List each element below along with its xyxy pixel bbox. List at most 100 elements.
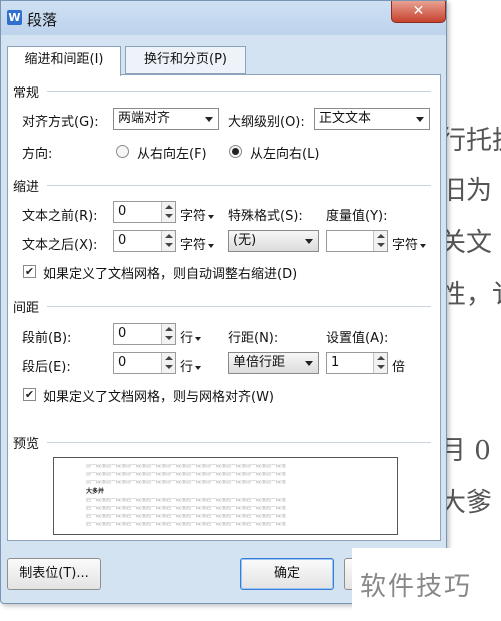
stepper-buttons[interactable] <box>161 202 175 222</box>
stepper-buttons[interactable] <box>373 353 387 373</box>
arrow-up-icon[interactable] <box>377 356 385 360</box>
caret-down-icon <box>195 336 202 341</box>
indent-after-stepper[interactable]: 0 <box>113 230 176 252</box>
snap-to-grid-checkbox[interactable]: ✔ <box>23 388 36 401</box>
direction-ltr-radio[interactable] <box>229 145 242 158</box>
special-format-value: (无) <box>233 233 257 248</box>
document-text-line: 旧为 <box>440 176 493 206</box>
indent-before-stepper[interactable]: 0 <box>113 201 176 223</box>
preview-line: 后一段落后一段落后一段落后一段落后一段落后一段落后一段落后一段落后一段落后一段落 <box>86 514 287 519</box>
caret-down-icon <box>208 243 215 248</box>
arrow-down-icon[interactable] <box>165 336 173 340</box>
line-spacing-label: 行距(N): <box>228 331 279 346</box>
preview-line: 后一段落后一段落后一段落后一段落后一段落后一段落后一段落后一段落后一段落后一段落 <box>86 522 287 527</box>
preview-line: 后一段落后一段落后一段落后一段落后一段落后一段落后一段落后一段落后一段落后一段落 <box>86 498 287 503</box>
section-divider <box>47 91 431 92</box>
space-before-unit[interactable]: 行 <box>180 327 202 346</box>
direction-rtl-radio[interactable] <box>116 145 129 158</box>
measure-label: 度量值(Y): <box>326 209 388 224</box>
caret-down-icon <box>195 365 202 370</box>
arrow-down-icon[interactable] <box>165 365 173 369</box>
section-divider <box>47 306 431 307</box>
arrow-down-icon[interactable] <box>165 214 173 218</box>
measure-stepper[interactable] <box>326 230 388 252</box>
space-after-unit[interactable]: 行 <box>180 356 202 375</box>
alignment-label: 对齐方式(G): <box>22 115 99 130</box>
preview-line: 前一段落前一段落前一段落前一段落前一段落前一段落前一段落前一段落前一段落前一段落 <box>86 480 287 485</box>
tab-indent-spacing[interactable]: 缩进和间距(I) <box>7 46 121 76</box>
line-spacing-value: 单倍行距 <box>233 355 286 370</box>
caret-down-icon <box>420 243 427 248</box>
arrow-up-icon[interactable] <box>377 234 385 238</box>
special-format-label: 特殊格式(S): <box>228 209 303 224</box>
preview-section-title: 预览 <box>13 437 40 452</box>
wps-writer-icon: W <box>7 10 22 25</box>
direction-rtl-label[interactable]: 从右向左(F) <box>137 143 207 162</box>
chevron-down-icon <box>205 117 213 122</box>
measure-unit-label: 字符 <box>392 238 419 253</box>
space-before-value: 0 <box>118 326 127 341</box>
auto-adjust-indent-label[interactable]: 如果定义了文档网格，则自动调整右缩进(D) <box>43 263 297 282</box>
arrow-down-icon[interactable] <box>377 243 385 247</box>
stepper-buttons[interactable] <box>373 231 387 251</box>
arrow-up-icon[interactable] <box>165 356 173 360</box>
indent-after-value: 0 <box>118 233 127 248</box>
indent-before-unit-label: 字符 <box>180 209 207 224</box>
set-value-unit: 倍 <box>392 360 406 375</box>
arrow-up-icon[interactable] <box>165 205 173 209</box>
section-divider <box>47 185 431 186</box>
set-value-label: 设置值(A): <box>326 331 389 346</box>
paragraph-dialog: W 段落 ✕ 缩进和间距(I) 换行和分页(P) 常规 对齐方式(G): 两端对… <box>0 0 447 604</box>
set-value-value: 1 <box>331 355 340 370</box>
document-text-line: 大爹 <box>440 488 493 518</box>
tab-stops-button[interactable]: 制表位(T)... <box>7 558 101 590</box>
space-after-unit-label: 行 <box>180 360 194 375</box>
space-after-value: 0 <box>118 355 127 370</box>
indent-after-unit-label: 字符 <box>180 238 207 253</box>
special-format-select[interactable]: (无) <box>228 230 319 252</box>
outline-level-select[interactable]: 正文文本 <box>314 108 430 130</box>
alignment-value: 两端对齐 <box>118 111 171 126</box>
arrow-down-icon[interactable] <box>165 243 173 247</box>
caret-down-icon <box>208 214 215 219</box>
close-button[interactable]: ✕ <box>391 1 446 23</box>
auto-adjust-indent-checkbox[interactable]: ✔ <box>23 265 36 278</box>
space-after-stepper[interactable]: 0 <box>113 352 176 374</box>
alignment-select[interactable]: 两端对齐 <box>113 108 219 130</box>
indent-after-unit[interactable]: 字符 <box>180 234 215 253</box>
snap-to-grid-label[interactable]: 如果定义了文档网格，则与网格对齐(W) <box>43 386 274 405</box>
arrow-down-icon[interactable] <box>377 365 385 369</box>
watermark-box: 软件技巧 <box>352 548 501 621</box>
document-text-line: 性，讠 <box>440 280 501 310</box>
measure-unit[interactable]: 字符 <box>392 234 427 253</box>
line-spacing-select[interactable]: 单倍行距 <box>228 352 319 374</box>
arrow-up-icon[interactable] <box>165 327 173 331</box>
indent-before-unit[interactable]: 字符 <box>180 205 215 224</box>
chevron-down-icon <box>305 361 313 366</box>
dialog-title: 段落 <box>27 11 58 29</box>
set-value-stepper[interactable]: 1 <box>326 352 388 374</box>
direction-ltr-label[interactable]: 从左向右(L) <box>250 143 319 162</box>
space-before-stepper[interactable]: 0 <box>113 323 176 345</box>
preview-line: 前一段落前一段落前一段落前一段落前一段落前一段落前一段落前一段落前一段落前一段落 <box>86 472 287 477</box>
outline-level-value: 正文文本 <box>319 111 372 126</box>
document-text-line: 行托执 <box>440 126 501 156</box>
dialog-titlebar[interactable]: W 段落 ✕ <box>1 1 446 35</box>
tab-line-page-breaks[interactable]: 换行和分页(P) <box>125 46 246 74</box>
stepper-buttons[interactable] <box>161 231 175 251</box>
spacing-section-title: 间距 <box>13 301 40 316</box>
watermark-text: 软件技巧 <box>360 572 473 602</box>
indent-before-label: 文本之前(R): <box>22 209 98 224</box>
document-text-line: 关文 <box>440 228 493 258</box>
chevron-down-icon <box>416 117 424 122</box>
stepper-buttons[interactable] <box>161 324 175 344</box>
preview-current-paragraph: 大多并 <box>86 488 105 495</box>
stepper-buttons[interactable] <box>161 353 175 373</box>
indent-before-value: 0 <box>118 204 127 219</box>
ok-button[interactable]: 确定 <box>240 558 334 590</box>
direction-label: 方向: <box>22 147 53 162</box>
space-before-unit-label: 行 <box>180 331 194 346</box>
arrow-up-icon[interactable] <box>165 234 173 238</box>
outline-level-label: 大纲级别(O): <box>228 115 305 130</box>
chevron-down-icon <box>305 239 313 244</box>
